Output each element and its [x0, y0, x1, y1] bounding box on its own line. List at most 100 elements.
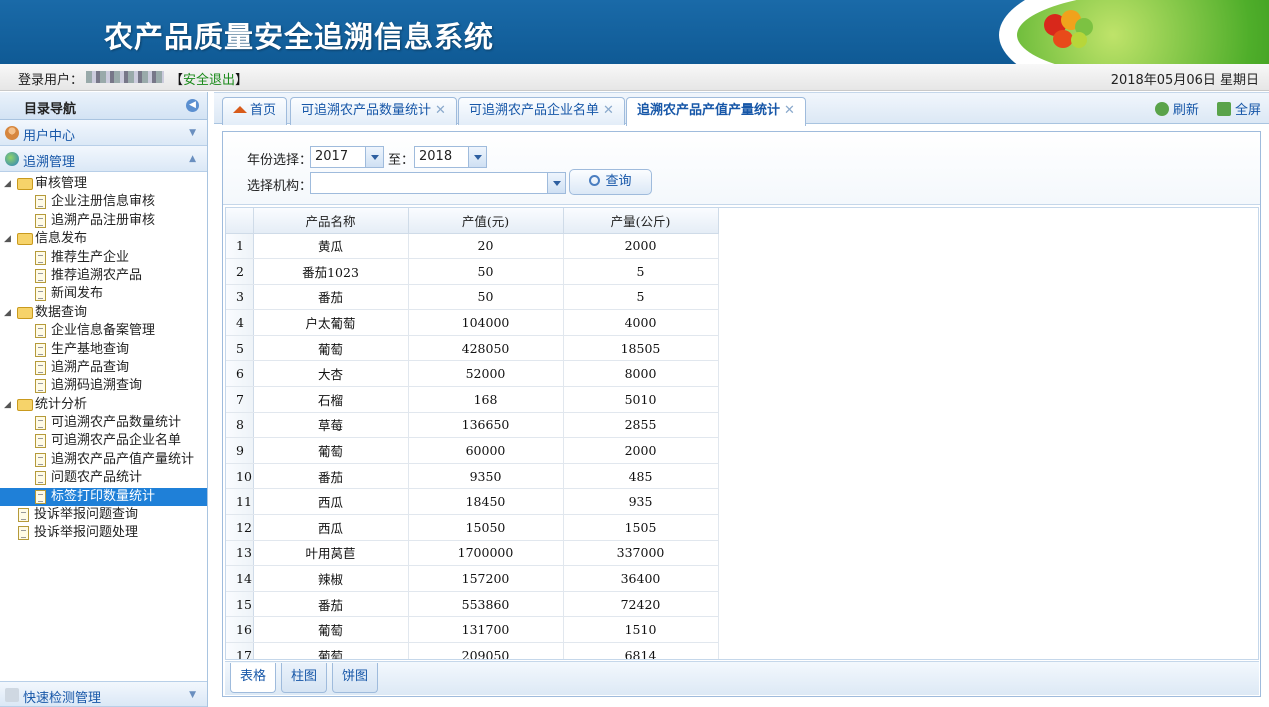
- table-row[interactable]: 13 叶用莴苣 1700000 337000: [226, 540, 719, 567]
- output-value-cell: 50: [408, 284, 564, 311]
- column-header-output[interactable]: 产量(公斤): [563, 208, 719, 234]
- tab-output-stats[interactable]: 追溯农产品产值产量统计 ✕: [626, 97, 806, 126]
- close-icon[interactable]: ✕: [603, 103, 614, 118]
- table-row[interactable]: 15 番茄 553860 72420: [226, 591, 719, 618]
- tree-item[interactable]: 标签打印数量统计: [0, 487, 207, 507]
- column-header-product[interactable]: 产品名称: [253, 208, 409, 234]
- tree-item[interactable]: 可追溯农产品企业名单: [0, 432, 207, 450]
- row-number-cell: 8: [226, 412, 254, 439]
- product-name-cell: 番茄: [253, 463, 409, 490]
- view-bar-chart-button[interactable]: 柱图: [281, 663, 327, 693]
- table-row[interactable]: 5 葡萄 428050 18505: [226, 335, 719, 362]
- tree-item[interactable]: 企业信息备案管理: [0, 322, 207, 340]
- tree-item[interactable]: 推荐生产企业: [0, 249, 207, 267]
- tree-item[interactable]: 问题农产品统计: [0, 469, 207, 487]
- org-label: 选择机构：: [247, 179, 313, 194]
- product-name-cell: 番茄: [253, 284, 409, 311]
- tree-item[interactable]: 投诉举报问题处理: [0, 524, 207, 542]
- row-number-cell: 3: [226, 284, 254, 311]
- table-row[interactable]: 4 户太葡萄 104000 4000: [226, 309, 719, 336]
- refresh-button[interactable]: 刷新: [1154, 102, 1199, 118]
- tree-folder[interactable]: ◢ 审核管理: [0, 175, 207, 193]
- output-quantity-cell: 5: [563, 258, 719, 285]
- row-number-cell: 10: [226, 463, 254, 490]
- chevron-down-icon[interactable]: [547, 173, 565, 193]
- year-to-select[interactable]: 2018: [414, 146, 487, 168]
- tree-folder[interactable]: ◢ 数据查询: [0, 304, 207, 322]
- logout-link[interactable]: 安全退出: [183, 73, 235, 88]
- view-table-button[interactable]: 表格: [230, 663, 276, 693]
- column-header-value[interactable]: 产值(元): [408, 208, 564, 234]
- output-quantity-cell: 2000: [563, 233, 719, 260]
- panel-user-center-label: 用户中心: [23, 129, 76, 144]
- expand-toggle-icon[interactable]: ◢: [4, 175, 11, 193]
- output-value-cell: 104000: [408, 309, 564, 336]
- chevron-down-icon[interactable]: [468, 147, 486, 167]
- chevron-down-icon[interactable]: [365, 147, 383, 167]
- table-row[interactable]: 2 番茄1023 50 5: [226, 258, 719, 285]
- tree-item[interactable]: 追溯码追溯查询: [0, 377, 207, 395]
- table-header-row: 产品名称 产值(元) 产量(公斤): [226, 208, 719, 234]
- tree-item[interactable]: 追溯农产品产值产量统计: [0, 451, 207, 469]
- sidebar: 目录导航 ◀ 用户中心 ▼ 追溯管理 ▲ ◢ 审核管理 企业注册信息审核 追溯产品注册…: [0, 92, 208, 707]
- tree-item[interactable]: 推荐追溯农产品: [0, 267, 207, 285]
- org-select[interactable]: [310, 172, 566, 194]
- collapse-sidebar-icon[interactable]: ◀: [186, 99, 199, 112]
- tree-item-label: 数据查询: [35, 304, 88, 320]
- close-icon[interactable]: ✕: [784, 103, 795, 118]
- fullscreen-button[interactable]: 全屏: [1216, 102, 1261, 118]
- output-value-cell: 136650: [408, 412, 564, 439]
- table-row[interactable]: 10 番茄 9350 485: [226, 463, 719, 490]
- table-row[interactable]: 7 石榴 168 5010: [226, 386, 719, 413]
- output-value-cell: 1700000: [408, 540, 564, 567]
- panel-quick-test[interactable]: 快速检测管理 ▼: [0, 681, 207, 707]
- file-icon: [18, 508, 29, 523]
- tab-trace-count[interactable]: 可追溯农产品数量统计 ✕: [290, 97, 457, 125]
- view-pie-chart-button[interactable]: 饼图: [332, 663, 378, 693]
- file-icon: [35, 416, 46, 431]
- tree-item[interactable]: 新闻发布: [0, 285, 207, 303]
- expand-toggle-icon[interactable]: ◢: [4, 396, 11, 414]
- tree-item[interactable]: 生产基地查询: [0, 341, 207, 359]
- table-row[interactable]: 16 葡萄 131700 1510: [226, 616, 719, 643]
- file-icon: [35, 268, 46, 283]
- panel-user-center[interactable]: 用户中心 ▼: [0, 120, 207, 146]
- tree-item[interactable]: 追溯产品查询: [0, 359, 207, 377]
- year-label: 年份选择：: [247, 153, 313, 168]
- table-row[interactable]: 3 番茄 50 5: [226, 284, 719, 311]
- output-quantity-cell: 4000: [563, 309, 719, 336]
- table-row[interactable]: 6 大杏 52000 8000: [226, 360, 719, 388]
- table-row[interactable]: 1 黄瓜 20 2000: [226, 233, 719, 260]
- filter-bar: 年份选择： 2017 至： 2018 选择机构： 查询: [223, 132, 1260, 205]
- row-number-cell: 13: [226, 540, 254, 567]
- output-value-cell: 209050: [408, 642, 564, 659]
- tree-item[interactable]: 投诉举报问题查询: [0, 506, 207, 524]
- output-value-cell: 157200: [408, 565, 564, 592]
- sidebar-header: 目录导航 ◀: [0, 92, 207, 120]
- tree-folder[interactable]: ◢ 信息发布: [0, 230, 207, 248]
- table-row[interactable]: 17 葡萄 209050 6814: [226, 642, 719, 659]
- table-row[interactable]: 11 西瓜 18450 935: [226, 488, 719, 516]
- close-icon[interactable]: ✕: [435, 103, 446, 118]
- table-row[interactable]: 8 草莓 136650 2855: [226, 412, 719, 439]
- tab-home[interactable]: 首页: [222, 97, 288, 125]
- table-row[interactable]: 9 葡萄 60000 2000: [226, 437, 719, 464]
- panel-trace-mgmt[interactable]: 追溯管理 ▲: [0, 146, 207, 172]
- tree-folder[interactable]: ◢ 统计分析: [0, 396, 207, 414]
- expand-toggle-icon[interactable]: ◢: [4, 230, 11, 248]
- expand-toggle-icon[interactable]: ◢: [4, 304, 11, 322]
- product-name-cell: 葡萄: [253, 616, 409, 643]
- tree-item[interactable]: 可追溯农产品数量统计: [0, 414, 207, 432]
- query-button[interactable]: 查询: [569, 169, 652, 195]
- tab-enterprise-list[interactable]: 可追溯农产品企业名单 ✕: [458, 97, 625, 125]
- tree-item[interactable]: 追溯产品注册审核: [0, 212, 207, 230]
- tree-item-label: 投诉举报问题处理: [34, 525, 139, 541]
- year-from-select[interactable]: 2017: [310, 146, 384, 168]
- table-row[interactable]: 12 西瓜 15050 1505: [226, 514, 719, 541]
- row-number-cell: 11: [226, 488, 254, 516]
- output-value-cell: 553860: [408, 591, 564, 618]
- product-name-cell: 大杏: [253, 360, 409, 388]
- tree-item[interactable]: 企业注册信息审核: [0, 193, 207, 211]
- output-value-cell: 131700: [408, 616, 564, 643]
- table-row[interactable]: 14 辣椒 157200 36400: [226, 565, 719, 592]
